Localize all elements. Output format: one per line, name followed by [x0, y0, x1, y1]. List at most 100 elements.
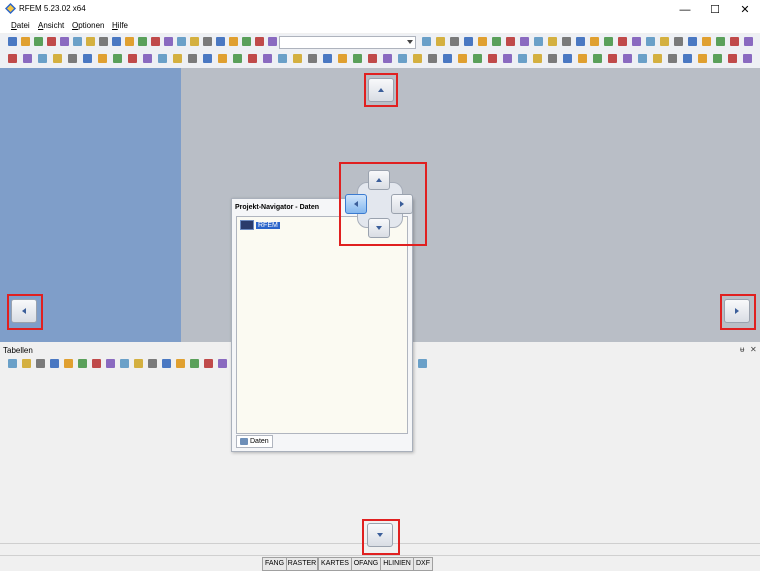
toolbar-tool-icon[interactable] [143, 54, 152, 63]
toolbar-tool-icon[interactable] [176, 359, 185, 368]
toolbar-tool-icon[interactable] [86, 37, 95, 46]
toolbar-tool-icon[interactable] [68, 54, 77, 63]
status-hlinien-button[interactable]: HLINIEN [380, 557, 414, 571]
toolbar-tool-icon[interactable] [473, 54, 482, 63]
toolbar-tool-icon[interactable] [503, 54, 512, 63]
toolbar-tool-icon[interactable] [92, 359, 101, 368]
toolbar-tool-icon[interactable] [323, 54, 332, 63]
pin-icon[interactable]: ᵾ [740, 345, 744, 354]
toolbar-tool-icon[interactable] [293, 54, 302, 63]
toolbar-tool-icon[interactable] [38, 54, 47, 63]
toolbar-tool-icon[interactable] [164, 37, 173, 46]
toolbar-tool-icon[interactable] [106, 359, 115, 368]
toolbar-tool-icon[interactable] [22, 359, 31, 368]
toolbar-tool-icon[interactable] [268, 37, 277, 46]
toolbar-tool-icon[interactable] [638, 54, 647, 63]
dock-left-button[interactable] [11, 299, 37, 323]
toolbar-tool-icon[interactable] [743, 54, 752, 63]
toolbar-tool-icon[interactable] [47, 37, 56, 46]
toolbar-tool-icon[interactable] [646, 37, 655, 46]
toolbar-tool-icon[interactable] [562, 37, 571, 46]
toolbar-tool-icon[interactable] [533, 54, 542, 63]
toolbar-tool-icon[interactable] [36, 359, 45, 368]
toolbar-tool-icon[interactable] [398, 54, 407, 63]
toolbar-tool-icon[interactable] [218, 54, 227, 63]
toolbar-tool-icon[interactable] [173, 54, 182, 63]
toolbar-tool-icon[interactable] [190, 37, 199, 46]
toolbar-tool-icon[interactable] [436, 37, 445, 46]
status-dxf-button[interactable]: DXF [413, 557, 433, 571]
toolbar-tool-icon[interactable] [263, 54, 272, 63]
toolbar-tool-icon[interactable] [138, 37, 147, 46]
toolbar-tool-icon[interactable] [506, 37, 515, 46]
toolbar-tool-icon[interactable] [8, 37, 17, 46]
toolbar-tool-icon[interactable] [418, 359, 427, 368]
toolbar-tool-icon[interactable] [660, 37, 669, 46]
menu-ansicht[interactable]: Ansicht [38, 21, 64, 30]
toolbar-tool-icon[interactable] [203, 37, 212, 46]
toolbar-tool-icon[interactable] [728, 54, 737, 63]
menu-optionen[interactable]: Optionen [72, 21, 104, 30]
menu-hilfe[interactable]: Hilfe [112, 21, 128, 30]
toolbar-tool-icon[interactable] [713, 54, 722, 63]
tab-daten[interactable]: Daten [236, 435, 273, 448]
toolbar-tool-icon[interactable] [134, 359, 143, 368]
toolbar-tool-icon[interactable] [590, 37, 599, 46]
toolbar-tool-icon[interactable] [218, 359, 227, 368]
load-case-combobox[interactable] [279, 36, 416, 49]
toolbar-tool-icon[interactable] [64, 359, 73, 368]
toolbar-tool-icon[interactable] [698, 54, 707, 63]
maximize-button[interactable]: ☐ [700, 0, 730, 19]
toolbar-tool-icon[interactable] [383, 54, 392, 63]
toolbar-tool-icon[interactable] [203, 54, 212, 63]
toolbar-tool-icon[interactable] [458, 54, 467, 63]
toolbar-tool-icon[interactable] [8, 359, 17, 368]
status-raster-button[interactable]: RASTER [286, 557, 318, 571]
toolbar-tool-icon[interactable] [204, 359, 213, 368]
toolbar-tool-icon[interactable] [60, 37, 69, 46]
toolbar-tool-icon[interactable] [338, 54, 347, 63]
toolbar-tool-icon[interactable] [99, 37, 108, 46]
toolbar-tool-icon[interactable] [518, 54, 527, 63]
toolbar-tool-icon[interactable] [83, 54, 92, 63]
toolbar-tool-icon[interactable] [653, 54, 662, 63]
compass-bottom-button[interactable] [368, 218, 390, 238]
toolbar-tool-icon[interactable] [98, 54, 107, 63]
toolbar-tool-icon[interactable] [188, 54, 197, 63]
toolbar-tool-icon[interactable] [488, 54, 497, 63]
toolbar-tool-icon[interactable] [308, 54, 317, 63]
toolbar-tool-icon[interactable] [248, 54, 257, 63]
toolbar-tool-icon[interactable] [548, 37, 557, 46]
toolbar-tool-icon[interactable] [716, 37, 725, 46]
toolbar-tool-icon[interactable] [623, 54, 632, 63]
toolbar-tool-icon[interactable] [53, 54, 62, 63]
compass-left-button[interactable] [345, 194, 367, 214]
toolbar-tool-icon[interactable] [128, 54, 137, 63]
toolbar-tool-icon[interactable] [216, 37, 225, 46]
toolbar-tool-icon[interactable] [604, 37, 613, 46]
close-button[interactable]: ✕ [730, 0, 760, 19]
toolbar-tool-icon[interactable] [730, 37, 739, 46]
toolbar-tool-icon[interactable] [50, 359, 59, 368]
toolbar-tool-icon[interactable] [492, 37, 501, 46]
toolbar-tool-icon[interactable] [148, 359, 157, 368]
close-icon[interactable]: ✕ [750, 345, 757, 354]
dock-top-button[interactable] [368, 78, 394, 102]
tree-item-rfem[interactable]: RFEM [240, 220, 280, 230]
toolbar-tool-icon[interactable] [125, 37, 134, 46]
navigator-tree[interactable]: RFEM [236, 216, 408, 434]
toolbar-tool-icon[interactable] [255, 37, 264, 46]
status-kartes-button[interactable]: KARTES [318, 557, 352, 571]
toolbar-tool-icon[interactable] [242, 37, 251, 46]
toolbar-tool-icon[interactable] [548, 54, 557, 63]
compass-top-button[interactable] [368, 170, 390, 190]
toolbar-tool-icon[interactable] [190, 359, 199, 368]
dock-bottom-button[interactable] [367, 523, 393, 547]
toolbar-tool-icon[interactable] [34, 37, 43, 46]
toolbar-tool-icon[interactable] [162, 359, 171, 368]
toolbar-tool-icon[interactable] [478, 37, 487, 46]
status-fang-button[interactable]: FANG [262, 557, 287, 571]
toolbar-tool-icon[interactable] [668, 54, 677, 63]
minimize-button[interactable]: — [670, 0, 700, 19]
toolbar-tool-icon[interactable] [534, 37, 543, 46]
